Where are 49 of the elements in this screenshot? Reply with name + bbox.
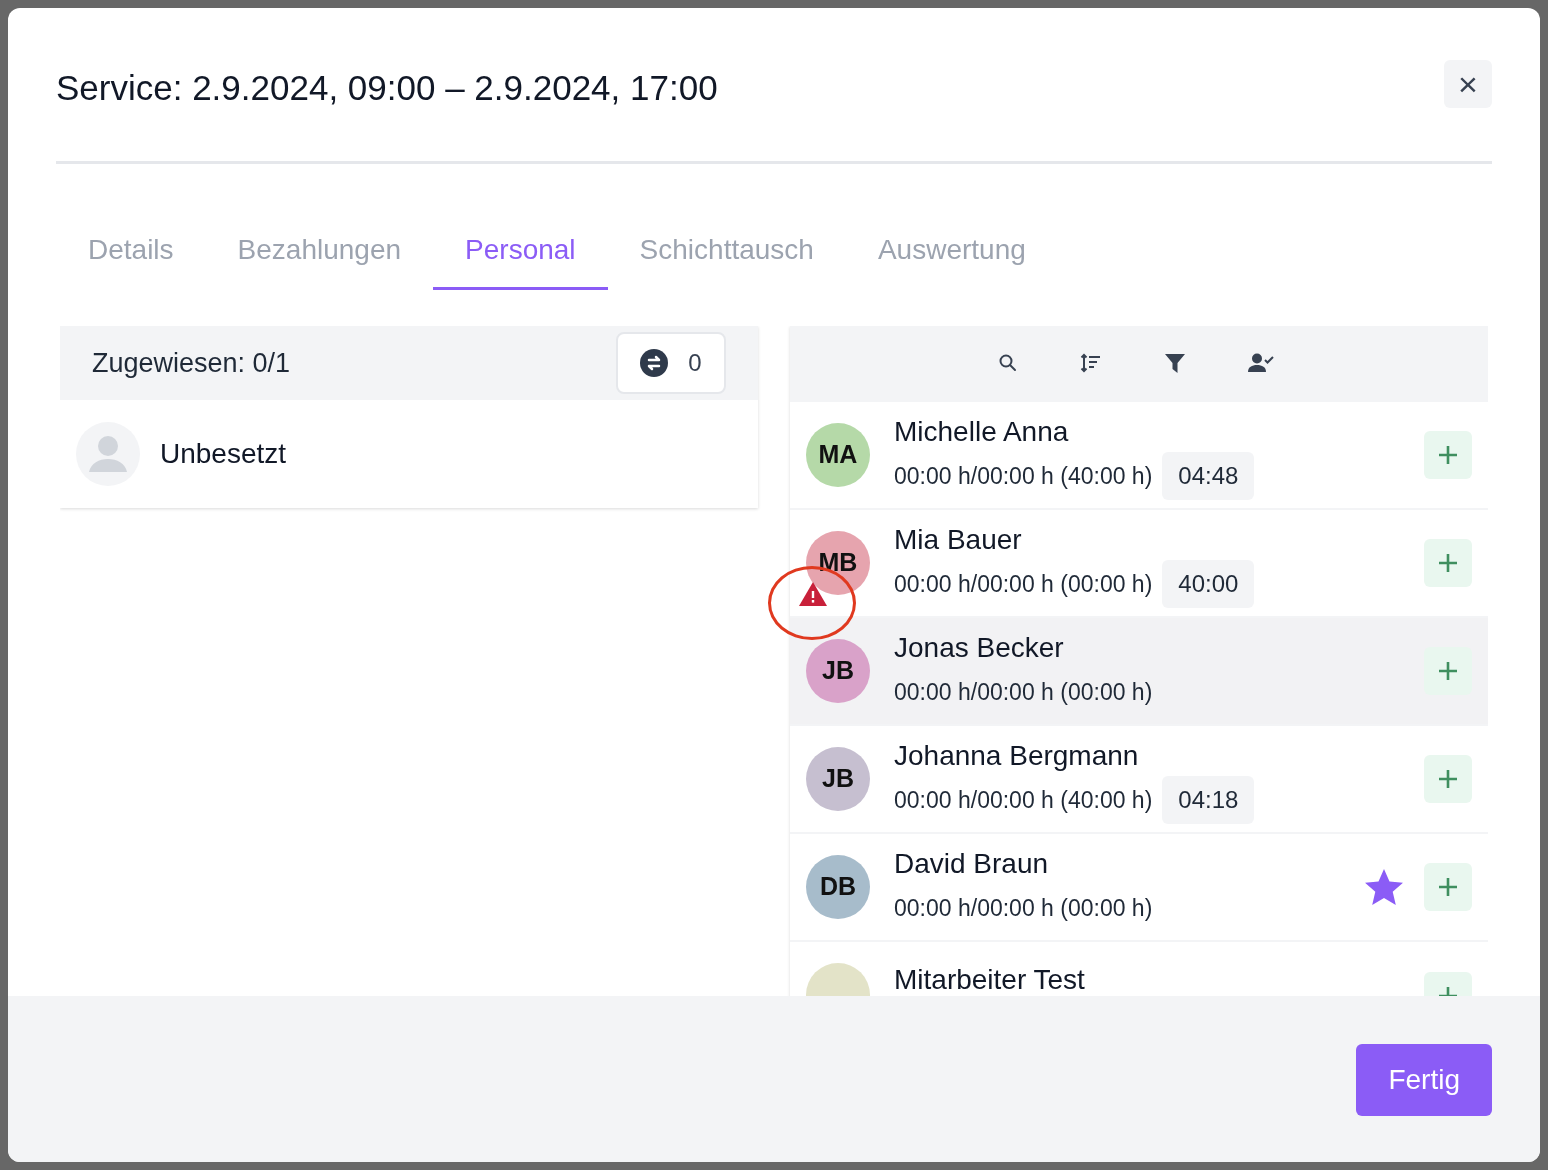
close-button[interactable]: ×: [1444, 60, 1492, 108]
avatar: DB: [806, 855, 870, 919]
hours-text: 00:00 h/00:00 h (00:00 h): [894, 570, 1153, 599]
avatar: MA: [806, 423, 870, 487]
avatar: JB: [806, 747, 870, 811]
plus-icon: [1438, 661, 1458, 681]
employee-row[interactable]: JB Jonas Becker 00:00 h/00:00 h (00:00 h): [790, 616, 1488, 724]
plus-icon: [1438, 553, 1458, 573]
plus-icon: [1438, 877, 1458, 897]
person-check-icon[interactable]: [1248, 353, 1274, 373]
hours-text: 00:00 h/00:00 h (40:00 h): [894, 786, 1153, 815]
employee-name: Michelle Anna: [894, 415, 1070, 449]
add-button[interactable]: [1424, 863, 1472, 911]
swap-button[interactable]: 0: [616, 332, 726, 394]
hours-text: 00:00 h/00:00 h (40:00 h): [894, 462, 1153, 491]
filter-icon[interactable]: [1164, 352, 1186, 374]
dialog-title: Service: 2.9.2024, 09:00 – 2.9.2024, 17:00: [56, 67, 718, 109]
add-button[interactable]: [1424, 431, 1472, 479]
employee-row[interactable]: DB David Braun 00:00 h/00:00 h (00:00 h): [790, 832, 1488, 940]
plus-icon: [1438, 445, 1458, 465]
balance-chip: 04:18: [1162, 776, 1255, 824]
balance-chip: 40:00: [1162, 560, 1255, 608]
avatar-placeholder-icon: [76, 422, 140, 486]
add-button[interactable]: [1424, 755, 1472, 803]
balance-chip: 04:48: [1162, 452, 1255, 500]
hours-text: 00:00 h/00:00 h (00:00 h): [894, 678, 1153, 707]
search-icon[interactable]: [998, 353, 1018, 373]
employee-row[interactable]: JB Johanna Bergmann 00:00 h/00:00 h (40:00 h) 04:18: [790, 724, 1488, 832]
add-button[interactable]: [1424, 539, 1472, 587]
employee-row[interactable]: MB Mia Bauer 00:00 h/00:00 h (00:00 h) 40:00: [790, 508, 1488, 616]
sort-icon[interactable]: [1080, 352, 1102, 374]
employee-row[interactable]: MA Michelle Anna 00:00 h/00:00 h (40:00 h) 04:48: [790, 400, 1488, 508]
tab[interactable]: Personal: [433, 212, 608, 290]
employee-name: Mitarbeiter Test: [894, 963, 1086, 996]
swap-icon: [640, 349, 669, 377]
employee-name: Mia Bauer: [894, 523, 1023, 557]
done-button[interactable]: Fertig: [1356, 1044, 1492, 1116]
avatar: JB: [806, 639, 870, 703]
hours-text: 00:00 h/00:00 h (00:00 h): [894, 894, 1153, 923]
employee-name: Johanna Bergmann: [894, 739, 1140, 773]
employee-row[interactable]: Mitarbeiter Test: [790, 940, 1488, 996]
plus-icon: [1438, 769, 1458, 789]
employee-name: Jonas Becker: [894, 631, 1065, 665]
star-icon[interactable]: [1364, 868, 1404, 906]
add-button[interactable]: [1424, 647, 1472, 695]
slot-label: Unbesetzt: [160, 437, 287, 471]
assigned-count: Zugewiesen: 0/1: [92, 346, 291, 380]
avatar: MB: [806, 531, 870, 595]
employee-name: David Braun: [894, 847, 1050, 881]
